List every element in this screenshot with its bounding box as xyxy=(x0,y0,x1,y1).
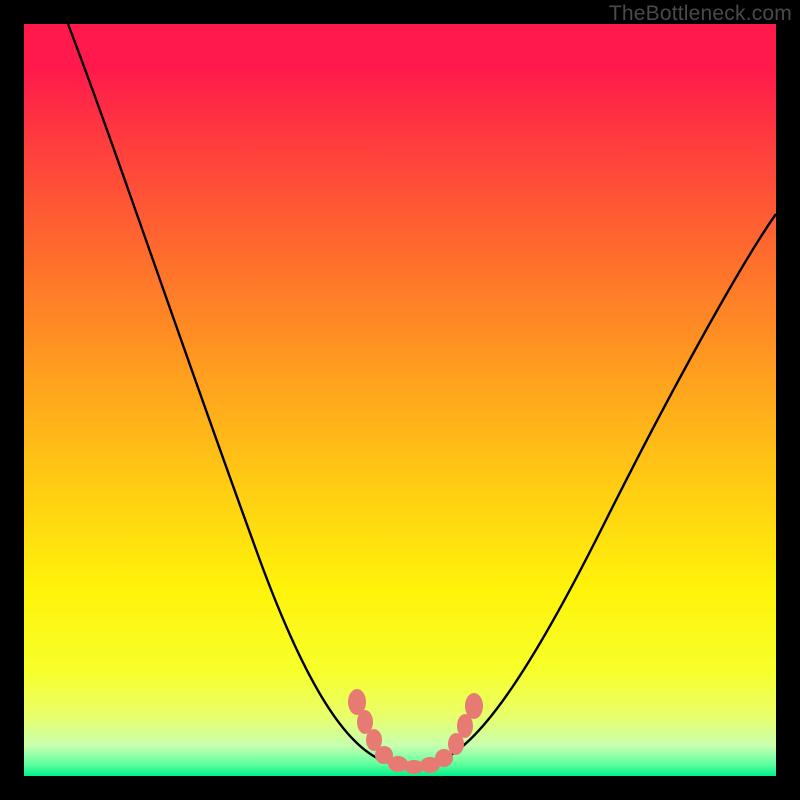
bottleneck-curve xyxy=(68,24,776,767)
watermark-text: TheBottleneck.com xyxy=(609,2,792,26)
curve-layer xyxy=(24,24,776,776)
valley-markers xyxy=(348,689,483,774)
plot-area xyxy=(24,24,776,776)
chart-frame: TheBottleneck.com xyxy=(0,0,800,800)
